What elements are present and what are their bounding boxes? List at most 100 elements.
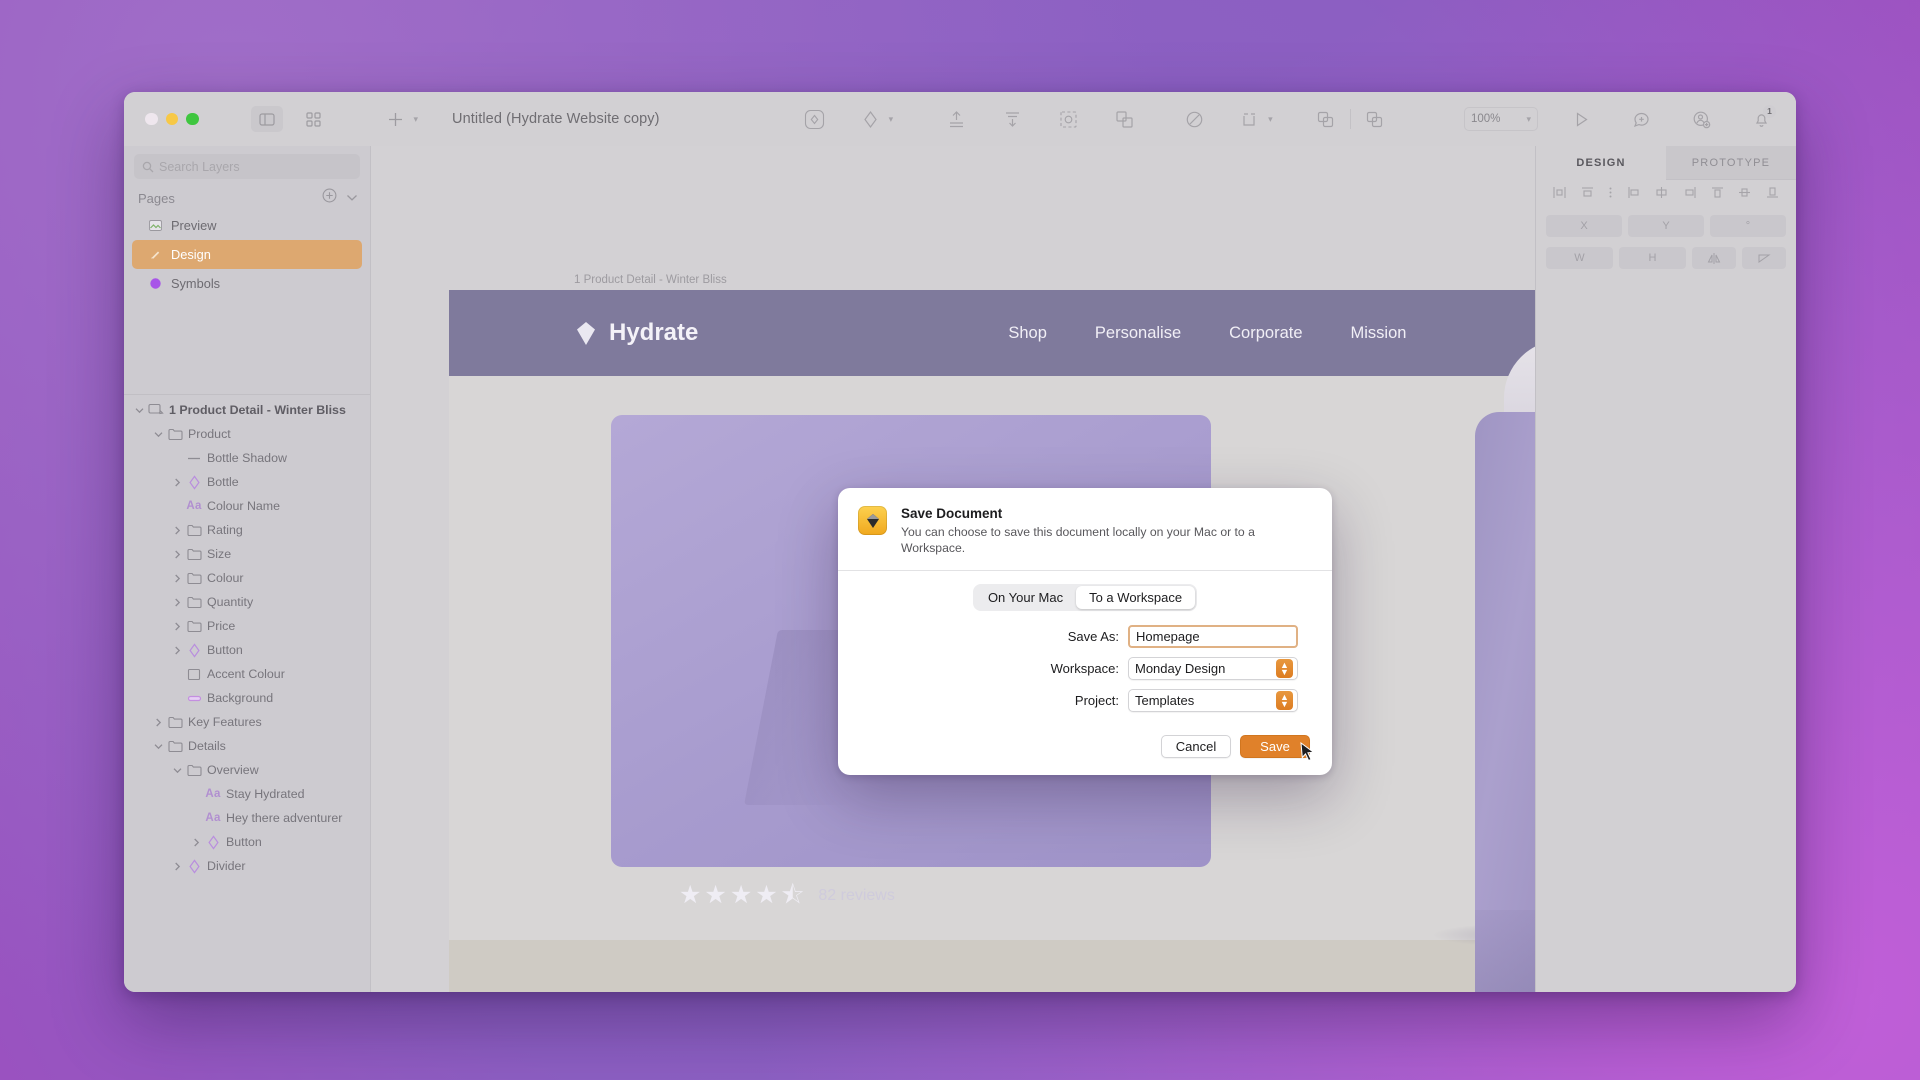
page-item-symbols[interactable]: Symbols [132, 269, 362, 298]
search-input[interactable]: Search Layers [134, 154, 360, 179]
disclosure-triangle-icon[interactable] [170, 622, 184, 631]
chevron-updown-icon[interactable]: ▲ ▼ [1276, 691, 1293, 711]
distribute-h-icon[interactable] [1607, 186, 1614, 204]
align-middle-v-icon[interactable] [1737, 186, 1752, 204]
layer-row[interactable]: Bottle [124, 470, 370, 494]
export-icon[interactable] [939, 104, 973, 134]
page-item-design[interactable]: Design [132, 240, 362, 269]
disclosure-triangle-icon[interactable] [132, 407, 146, 414]
align-left-edge-icon[interactable] [1627, 186, 1642, 204]
layer-row[interactable]: Aa Hey there adventurer [124, 806, 370, 830]
layer-row[interactable]: Product [124, 422, 370, 446]
layer-row[interactable]: Quantity [124, 590, 370, 614]
insert-symbol-icon[interactable] [798, 104, 832, 134]
layer-row[interactable]: 1 Product Detail - Winter Bliss [124, 398, 370, 422]
page-item-preview[interactable]: Preview [132, 211, 362, 240]
artboard-label[interactable]: 1 Product Detail - Winter Bliss [574, 274, 727, 286]
grid-view-icon[interactable] [297, 104, 331, 134]
minimize-window-button[interactable] [165, 112, 178, 126]
transform-icon[interactable] [1233, 104, 1267, 134]
component-icon[interactable] [1107, 104, 1141, 134]
tab-design[interactable]: DESIGN [1536, 146, 1666, 180]
chevron-updown-icon[interactable]: ▲ ▼ [1276, 659, 1293, 679]
folder-icon [165, 740, 185, 753]
disclosure-triangle-icon[interactable] [170, 646, 184, 655]
invite-person-icon[interactable] [1684, 104, 1718, 134]
chevron-down-icon[interactable]: ▾ [414, 114, 419, 125]
layer-name: Product [188, 427, 231, 441]
destination-segmented-control[interactable]: On Your Mac To a Workspace [972, 584, 1198, 612]
nav-item-mission[interactable]: Mission [1351, 324, 1407, 343]
layer-row[interactable]: Button [124, 638, 370, 662]
chevron-down-icon[interactable]: ▾ [1526, 114, 1531, 125]
scale-icon[interactable] [1051, 104, 1085, 134]
w-field[interactable]: W [1546, 247, 1613, 269]
disclosure-triangle-icon[interactable] [170, 526, 184, 535]
zoom-level-field[interactable]: 100% ▾ [1464, 107, 1538, 131]
layer-row[interactable]: Aa Stay Hydrated [124, 782, 370, 806]
mask-icon[interactable] [995, 104, 1029, 134]
layer-row[interactable]: Size [124, 542, 370, 566]
flip-horizontal-icon[interactable] [1692, 247, 1736, 269]
layer-row[interactable]: Details [124, 734, 370, 758]
workspace-select[interactable]: Monday Design ▲ ▼ [1128, 657, 1298, 681]
segment-on-your-mac[interactable]: On Your Mac [975, 586, 1076, 609]
sidebar-toggle-icon[interactable] [250, 106, 283, 132]
disclosure-triangle-icon[interactable] [170, 862, 184, 871]
disclosure-triangle-icon[interactable] [189, 838, 203, 847]
align-bottom-icon[interactable] [1765, 186, 1780, 204]
symbol-icon[interactable] [854, 104, 888, 134]
union-icon[interactable] [1309, 104, 1343, 134]
comment-add-icon[interactable] [1624, 104, 1658, 134]
layer-row[interactable]: Rating [124, 518, 370, 542]
nav-item-shop[interactable]: Shop [1008, 324, 1047, 343]
layer-row[interactable]: Button [124, 830, 370, 854]
disclosure-triangle-icon[interactable] [170, 598, 184, 607]
add-icon[interactable] [379, 104, 413, 134]
align-center-h-icon[interactable] [1580, 186, 1595, 204]
disclosure-triangle-icon[interactable] [151, 431, 165, 438]
close-window-button[interactable] [145, 112, 158, 126]
disclosure-triangle-icon[interactable] [170, 767, 184, 774]
align-left-icon[interactable] [1552, 186, 1567, 204]
layer-row[interactable]: Divider [124, 854, 370, 878]
disclosure-triangle-icon[interactable] [151, 743, 165, 750]
pages-spacer [124, 298, 370, 394]
play-icon[interactable] [1564, 104, 1598, 134]
disclosure-triangle-icon[interactable] [170, 550, 184, 559]
layer-row[interactable]: Key Features [124, 710, 370, 734]
nav-item-personalise[interactable]: Personalise [1095, 324, 1181, 343]
flip-vertical-icon[interactable] [1742, 247, 1786, 269]
layer-row[interactable]: Aa Colour Name [124, 494, 370, 518]
align-right-edge-icon[interactable] [1682, 186, 1697, 204]
project-select[interactable]: Templates ▲ ▼ [1128, 689, 1298, 713]
layer-row[interactable]: Overview [124, 758, 370, 782]
layer-row[interactable]: Bottle Shadow [124, 446, 370, 470]
subtract-icon[interactable] [1358, 104, 1392, 134]
layer-row[interactable]: Accent Colour [124, 662, 370, 686]
nav-item-corporate[interactable]: Corporate [1229, 324, 1302, 343]
zoom-window-button[interactable] [186, 112, 199, 126]
layer-row[interactable]: Colour [124, 566, 370, 590]
y-field[interactable]: Y [1628, 215, 1704, 237]
x-field[interactable]: X [1546, 215, 1622, 237]
cancel-button[interactable]: Cancel [1161, 735, 1231, 759]
plus-circle-icon[interactable] [322, 188, 337, 208]
chevron-down-icon[interactable]: ▾ [1268, 114, 1273, 125]
layer-row[interactable]: Background [124, 686, 370, 710]
disclosure-triangle-icon[interactable] [170, 574, 184, 583]
save-as-input[interactable]: Homepage [1128, 625, 1298, 649]
disclosure-triangle-icon[interactable] [151, 718, 165, 727]
rotation-field[interactable]: ° [1710, 215, 1786, 237]
bell-icon[interactable]: 1 [1744, 104, 1778, 134]
h-field[interactable]: H [1619, 247, 1686, 269]
chevron-down-icon[interactable] [346, 189, 358, 207]
edit-icon[interactable] [1177, 104, 1211, 134]
tab-prototype[interactable]: PROTOTYPE [1666, 146, 1796, 180]
disclosure-triangle-icon[interactable] [170, 478, 184, 487]
layer-row[interactable]: Price [124, 614, 370, 638]
chevron-down-icon[interactable]: ▾ [889, 114, 894, 125]
align-top-icon[interactable] [1710, 186, 1725, 204]
align-middle-icon[interactable] [1654, 186, 1669, 204]
segment-to-a-workspace[interactable]: To a Workspace [1076, 586, 1196, 610]
